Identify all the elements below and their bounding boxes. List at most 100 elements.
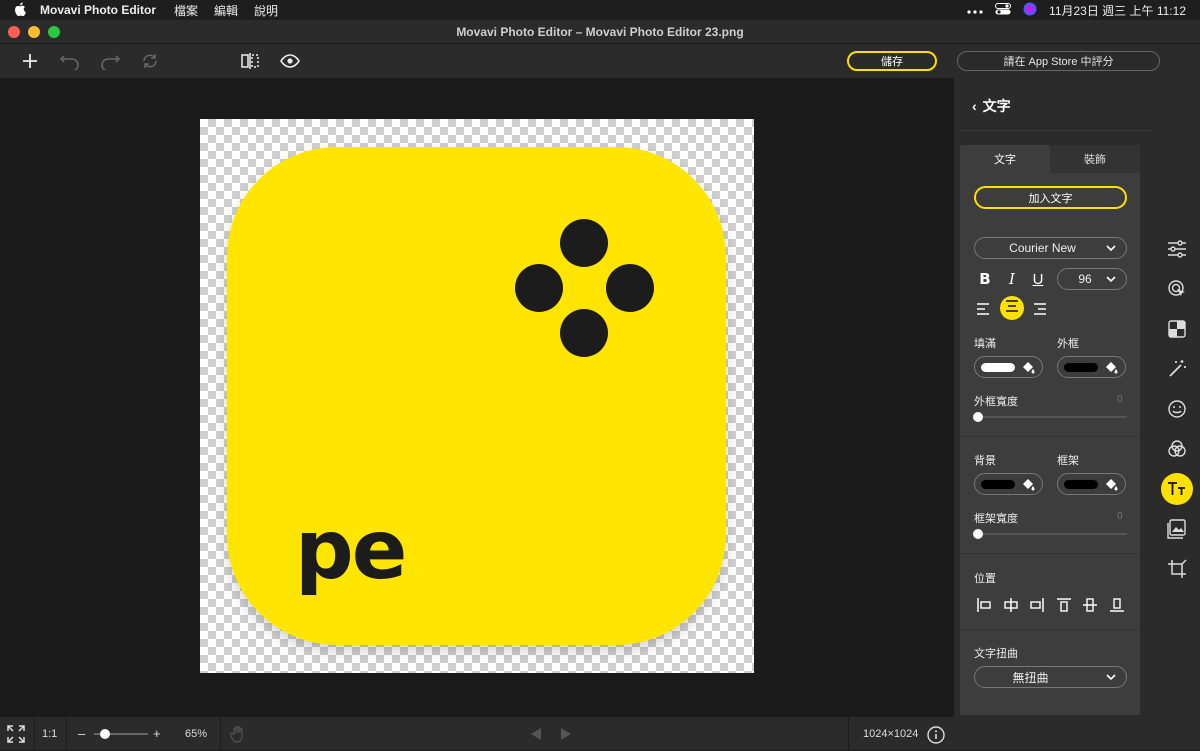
text-warp-label: 文字扭曲 xyxy=(974,648,1018,660)
background-label: 背景 xyxy=(974,455,996,467)
control-center-icon[interactable] xyxy=(995,2,1012,18)
align-left-edge-icon[interactable] xyxy=(976,597,992,613)
background-removal-icon[interactable] xyxy=(1161,313,1193,345)
frame-color-picker[interactable] xyxy=(1057,473,1126,495)
frame-color-swatch xyxy=(1064,480,1098,489)
paint-bucket-icon xyxy=(1104,360,1118,379)
zoom-slider-knob[interactable] xyxy=(99,729,110,739)
window-title: Movavi Photo Editor – Movavi Photo Edito… xyxy=(456,25,744,39)
menu-file[interactable]: 檔案 xyxy=(174,2,198,19)
stroke-label: 外框 xyxy=(1057,338,1079,350)
text-warp-value: 無扭曲 xyxy=(1012,670,1049,685)
info-icon[interactable] xyxy=(927,726,945,747)
align-horizontal-center-icon[interactable] xyxy=(1003,597,1019,613)
paint-bucket-icon xyxy=(1021,477,1035,496)
undo-icon[interactable] xyxy=(57,48,83,74)
statusbar: 1:1 – + 65% 1024×1024 xyxy=(0,716,954,751)
frame-width-slider[interactable] xyxy=(974,533,1127,535)
text-warp-select[interactable]: 無扭曲 xyxy=(974,666,1127,688)
magic-wand-icon[interactable] xyxy=(1161,353,1193,385)
chevron-down-icon xyxy=(1106,273,1116,288)
font-size-value: 96 xyxy=(1078,272,1092,286)
image-insert-icon[interactable] xyxy=(1161,513,1193,545)
paint-bucket-icon xyxy=(1021,360,1035,379)
adjust-icon[interactable] xyxy=(1161,233,1193,265)
fill-label: 填滿 xyxy=(974,338,996,350)
tab-text[interactable]: 文字 xyxy=(960,145,1050,173)
align-top-edge-icon[interactable] xyxy=(1056,597,1072,613)
preview-eye-icon[interactable] xyxy=(277,48,303,74)
italic-button[interactable]: I xyxy=(1002,270,1022,288)
tab-decoration[interactable]: 裝飾 xyxy=(1050,145,1140,173)
align-right-edge-icon[interactable] xyxy=(1029,597,1045,613)
panel-title: 文字 xyxy=(982,98,1011,114)
back-icon[interactable]: ‹ xyxy=(972,98,977,114)
apple-icon[interactable] xyxy=(0,2,40,19)
divider xyxy=(960,553,1140,554)
menubar: Movavi Photo Editor 檔案 編輯 說明 11月23日 週三 上… xyxy=(0,0,1200,20)
divider xyxy=(960,629,1140,630)
fill-color-picker[interactable] xyxy=(974,356,1043,378)
divider xyxy=(960,130,1160,131)
align-left-icon[interactable] xyxy=(976,302,992,320)
logo-dot xyxy=(515,264,563,312)
stroke-width-slider[interactable] xyxy=(974,416,1127,418)
fill-color-swatch xyxy=(981,363,1015,372)
redo-icon[interactable] xyxy=(97,48,123,74)
previous-image-icon[interactable] xyxy=(530,727,542,744)
font-size-select[interactable]: 96 xyxy=(1057,268,1127,290)
logo-dot xyxy=(560,309,608,357)
add-text-button[interactable]: 加入文字 xyxy=(974,186,1127,209)
paint-bucket-icon xyxy=(1104,477,1118,496)
save-button[interactable]: 儲存 xyxy=(847,51,937,71)
hand-tool-icon[interactable] xyxy=(229,725,246,746)
frame-label: 框架 xyxy=(1057,455,1079,467)
menu-help[interactable]: 說明 xyxy=(254,2,278,19)
fit-screen-icon[interactable] xyxy=(7,725,25,746)
background-color-swatch xyxy=(981,480,1015,489)
stroke-width-slider-knob[interactable] xyxy=(973,412,983,422)
zoom-value: 65% xyxy=(185,728,208,740)
menubar-app-name[interactable]: Movavi Photo Editor xyxy=(40,3,156,17)
rate-app-store-button[interactable]: 請在 App Store 中評分 xyxy=(957,51,1160,71)
logo-dot xyxy=(560,219,608,267)
actual-size-button[interactable]: 1:1 xyxy=(42,728,57,740)
emoji-sticker-icon[interactable] xyxy=(1161,393,1193,425)
frame-width-slider-knob[interactable] xyxy=(973,529,983,539)
underline-button[interactable]: U xyxy=(1028,270,1048,288)
window-titlebar: Movavi Photo Editor – Movavi Photo Edito… xyxy=(0,20,1200,44)
stroke-color-swatch xyxy=(1064,363,1098,372)
align-right-icon[interactable] xyxy=(1031,302,1047,320)
menu-edit[interactable]: 編輯 xyxy=(214,2,238,19)
select-object-icon[interactable] xyxy=(1161,273,1193,305)
logo-text: pe xyxy=(295,503,407,598)
align-vertical-center-icon[interactable] xyxy=(1082,597,1098,613)
frame-width-label: 框架寬度 xyxy=(974,513,1018,525)
stroke-width-value: 0 xyxy=(1117,394,1123,405)
reset-icon[interactable] xyxy=(137,48,163,74)
position-label: 位置 xyxy=(974,573,996,585)
compare-icon[interactable] xyxy=(237,48,263,74)
next-image-icon[interactable] xyxy=(560,727,572,744)
image-dimensions: 1024×1024 xyxy=(863,728,919,740)
align-center-button[interactable] xyxy=(1000,296,1024,320)
more-icon[interactable] xyxy=(967,3,983,17)
crop-icon[interactable] xyxy=(1161,553,1193,585)
chevron-down-icon xyxy=(1106,671,1116,686)
background-color-picker[interactable] xyxy=(974,473,1043,495)
add-icon[interactable] xyxy=(17,48,43,74)
zoom-out-button[interactable]: – xyxy=(78,726,85,741)
align-bottom-edge-icon[interactable] xyxy=(1109,597,1125,613)
filters-icon[interactable] xyxy=(1161,433,1193,465)
chevron-down-icon xyxy=(1106,242,1116,257)
zoom-in-button[interactable]: + xyxy=(153,726,161,741)
panel-header: ‹ 文字 xyxy=(972,96,1011,116)
stroke-color-picker[interactable] xyxy=(1057,356,1126,378)
align-center-icon xyxy=(1005,299,1019,317)
font-select-value: Courier New xyxy=(1009,241,1076,255)
menubar-clock[interactable]: 11月23日 週三 上午 11:12 xyxy=(1049,2,1186,19)
siri-icon[interactable] xyxy=(1023,2,1037,19)
text-tool-icon[interactable] xyxy=(1161,473,1193,505)
bold-button[interactable]: B xyxy=(975,270,995,288)
font-select[interactable]: Courier New xyxy=(974,237,1127,259)
